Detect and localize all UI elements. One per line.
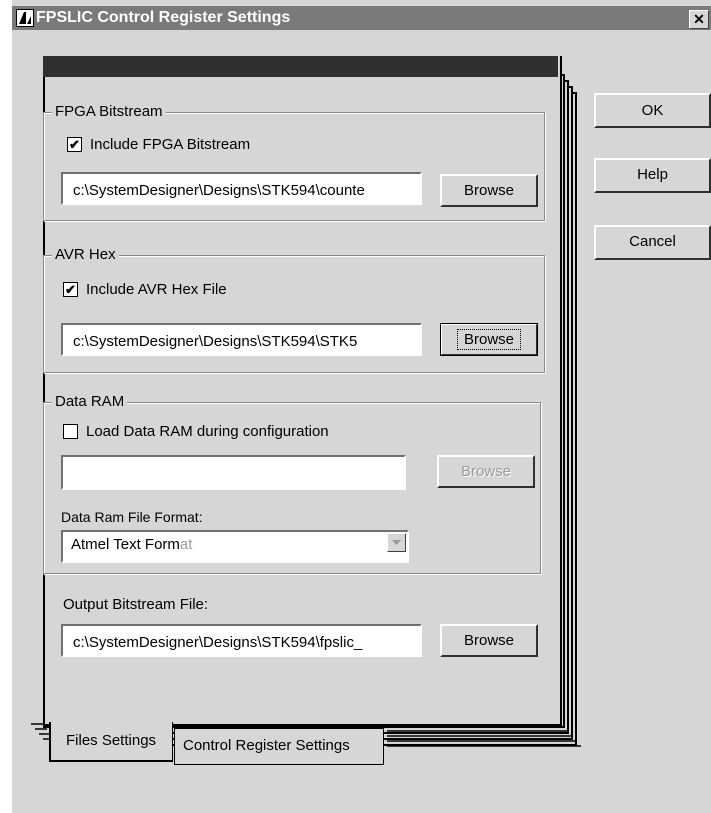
chevron-down-icon[interactable] bbox=[387, 533, 406, 552]
load-data-ram-label: Load Data RAM during configuration bbox=[86, 423, 329, 440]
group-legend: Data RAM bbox=[52, 393, 128, 410]
data-ram-format-value: Atmel Text Format bbox=[71, 536, 193, 553]
notebook-header-bar bbox=[43, 56, 558, 78]
group-legend: FPGA Bitstream bbox=[52, 103, 166, 120]
data-ram-format-select[interactable]: Atmel Text Format bbox=[61, 530, 409, 563]
title-bar[interactable]: FPSLIC Control Register Settings ✕ bbox=[12, 6, 711, 30]
load-data-ram-checkbox-row[interactable]: Load Data RAM during configuration bbox=[63, 423, 329, 440]
checkmark-icon: ✔ bbox=[69, 137, 80, 152]
output-file-label: Output Bitstream File: bbox=[63, 596, 209, 613]
include-fpga-checkbox-row[interactable]: ✔ Include FPGA Bitstream bbox=[67, 136, 250, 153]
avr-browse-button[interactable]: Browse bbox=[440, 323, 538, 356]
ok-button[interactable]: OK bbox=[594, 93, 711, 128]
checkmark-icon: ✔ bbox=[65, 282, 76, 297]
cancel-button[interactable]: Cancel bbox=[594, 225, 711, 260]
output-browse-button[interactable]: Browse bbox=[440, 624, 538, 657]
include-fpga-checkbox[interactable]: ✔ bbox=[67, 137, 82, 152]
fpga-path-input[interactable]: c:\SystemDesigner\Designs\STK594\counte bbox=[61, 172, 422, 205]
close-icon[interactable]: ✕ bbox=[689, 10, 709, 29]
group-legend: AVR Hex bbox=[52, 246, 119, 263]
help-button[interactable]: Help bbox=[594, 158, 711, 193]
avr-path-input[interactable]: c:\SystemDesigner\Designs\STK594\STK5 bbox=[61, 323, 422, 356]
tab-control-register-settings[interactable]: Control Register Settings bbox=[174, 728, 384, 765]
include-avr-checkbox[interactable]: ✔ bbox=[63, 282, 78, 297]
data-ram-format-label: Data Ram File Format: bbox=[61, 509, 203, 525]
data-ram-path-input[interactable] bbox=[61, 455, 406, 490]
load-data-ram-checkbox[interactable] bbox=[63, 424, 78, 439]
dialog-window: FPSLIC Control Register Settings ✕ FPGA … bbox=[12, 0, 711, 813]
include-avr-label: Include AVR Hex File bbox=[86, 281, 227, 298]
window-title: FPSLIC Control Register Settings bbox=[36, 9, 291, 26]
tab-files-settings[interactable]: Files Settings bbox=[49, 722, 173, 762]
include-avr-checkbox-row[interactable]: ✔ Include AVR Hex File bbox=[63, 281, 227, 298]
app-icon bbox=[16, 9, 34, 27]
include-fpga-label: Include FPGA Bitstream bbox=[90, 136, 251, 153]
fpga-browse-button[interactable]: Browse bbox=[440, 174, 538, 207]
output-path-input[interactable]: c:\SystemDesigner\Designs\STK594\fpslic_ bbox=[61, 624, 422, 657]
data-ram-browse-button: Browse bbox=[437, 455, 535, 488]
